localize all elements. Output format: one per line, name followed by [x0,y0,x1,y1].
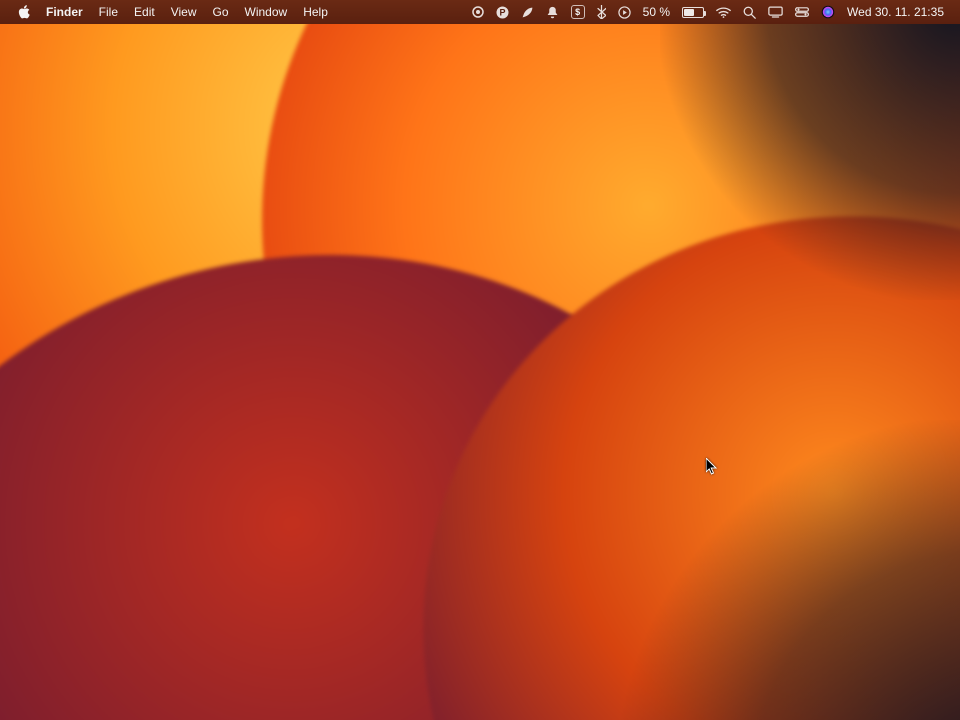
status-boxed-app[interactable]: $ [565,5,591,19]
status-bluetooth[interactable] [591,5,612,19]
menu-view[interactable]: View [163,0,205,24]
wifi-icon [716,7,731,18]
status-dot[interactable] [466,6,490,18]
menu-file[interactable]: File [91,0,126,24]
bluetooth-icon [597,5,606,19]
app-menu[interactable]: Finder [38,0,91,24]
siri-icon [821,5,835,19]
battery-percent-label: 50 % [637,0,676,24]
menu-bar-left: Finder File Edit View Go Window Help [10,0,336,24]
status-now-playing[interactable] [612,6,637,19]
status-spotlight[interactable] [737,6,762,19]
wallpaper-shape [620,420,960,720]
boxed-app-icon: $ [571,5,585,19]
bell-icon [546,6,559,19]
menu-edit[interactable]: Edit [126,0,163,24]
menu-bar-clock[interactable]: Wed 30. 11. 21:35 [841,0,950,24]
now-playing-icon [618,6,631,19]
mouse-cursor [706,458,718,476]
menu-bar: Finder File Edit View Go Window Help P $ [0,0,960,24]
desktop[interactable]: Finder File Edit View Go Window Help P $ [0,0,960,720]
status-control-center[interactable] [789,7,815,17]
apple-logo-icon [18,5,30,19]
wallpaper-shape [660,0,960,300]
dot-icon [472,6,484,18]
spotlight-search-icon [743,6,756,19]
menu-bar-right: P $ 50 % [466,0,950,24]
status-quill[interactable] [515,6,540,19]
svg-text:P: P [499,7,505,17]
control-center-icon [795,7,809,17]
menu-window[interactable]: Window [237,0,296,24]
status-wifi[interactable] [710,7,737,18]
display-mirroring-icon [768,6,783,18]
status-siri[interactable] [815,5,841,19]
menu-help[interactable]: Help [295,0,336,24]
status-battery[interactable] [676,7,710,18]
status-p-circle[interactable]: P [490,6,515,19]
status-bell[interactable] [540,6,565,19]
status-display-mirroring[interactable] [762,6,789,18]
menu-go[interactable]: Go [205,0,237,24]
apple-menu[interactable] [10,5,38,19]
quill-icon [521,6,534,19]
p-circle-icon: P [496,6,509,19]
battery-icon [682,7,704,18]
